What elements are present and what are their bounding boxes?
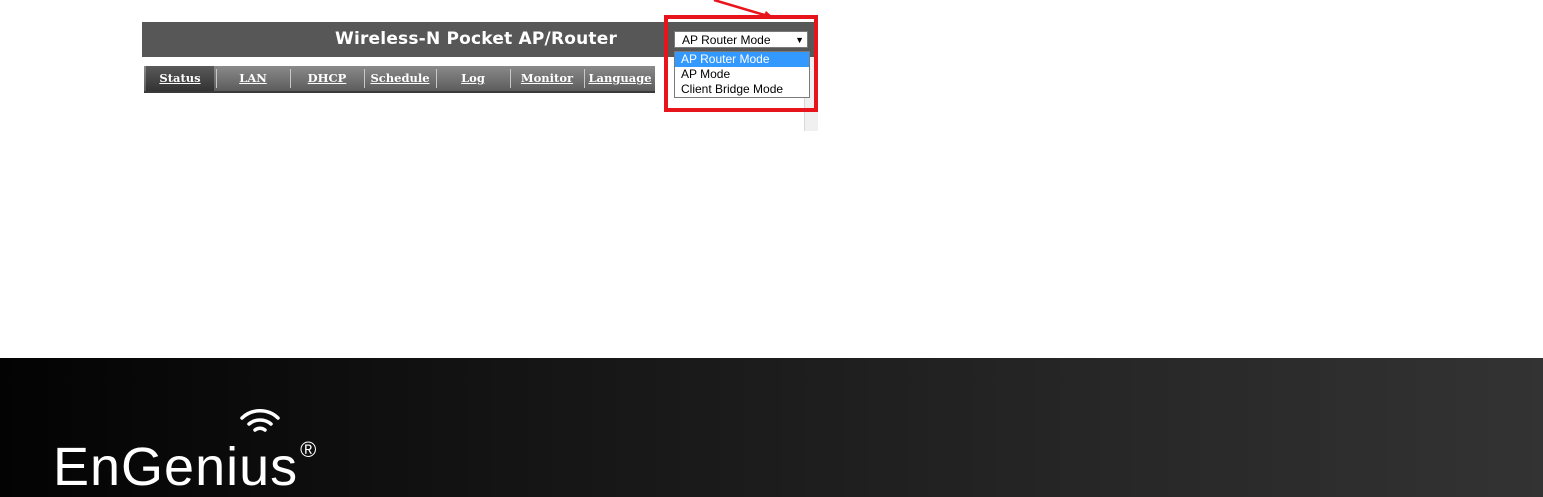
operation-mode-options: AP Router Mode AP Mode Client Bridge Mod… — [674, 51, 810, 98]
tab-dhcp[interactable]: DHCP — [292, 66, 362, 91]
nav-bar: Status LAN DHCP Schedule Log Monitor Lan… — [144, 66, 655, 93]
option-ap-router-mode[interactable]: AP Router Mode — [675, 52, 809, 67]
nav-separator — [584, 69, 585, 88]
tab-language[interactable]: Language — [586, 66, 654, 91]
brand-wordmark: EnGenius — [53, 437, 299, 497]
nav-separator — [216, 69, 217, 88]
tab-status[interactable]: Status — [146, 66, 214, 91]
operation-mode-value: AP Router Mode — [682, 33, 771, 47]
operation-mode-select[interactable]: AP Router Mode ▼ — [674, 31, 808, 48]
option-client-bridge-mode[interactable]: Client Bridge Mode — [675, 82, 809, 97]
registered-mark: ® — [300, 437, 318, 462]
nav-separator — [510, 69, 511, 88]
brand-name: EnGenius® — [53, 420, 317, 497]
nav-separator — [364, 69, 365, 88]
pointer-arrow-icon — [713, 0, 774, 19]
tab-lan[interactable]: LAN — [218, 66, 288, 91]
option-ap-mode[interactable]: AP Mode — [675, 67, 809, 82]
tab-log[interactable]: Log — [438, 66, 508, 91]
footer-band: EnGenius® — [0, 358, 1543, 497]
brand-logo: EnGenius® — [50, 398, 370, 497]
page-title: Wireless-N Pocket AP/Router — [335, 29, 618, 49]
tab-monitor[interactable]: Monitor — [512, 66, 582, 91]
nav-separator — [290, 69, 291, 88]
nav-separator — [436, 69, 437, 88]
tab-schedule[interactable]: Schedule — [366, 66, 434, 91]
chevron-down-icon: ▼ — [795, 35, 804, 45]
